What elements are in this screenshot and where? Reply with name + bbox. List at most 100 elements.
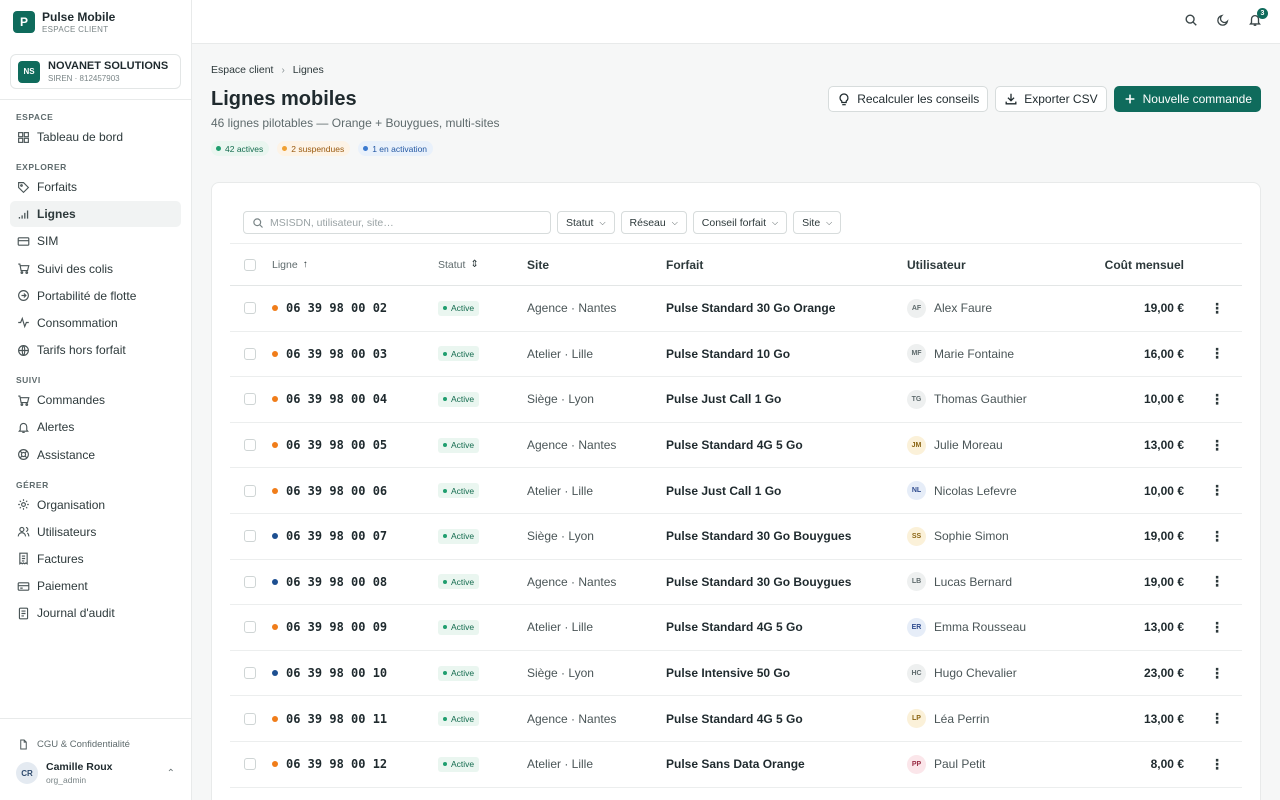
row-checkbox[interactable] (244, 575, 256, 588)
new-order-button[interactable]: Nouvelle commande (1113, 86, 1261, 112)
sidebar-item-journal-d-audit[interactable]: Journal d'audit (10, 600, 181, 626)
table-row[interactable]: 06 39 98 00 03 Active Atelier · Lille Pu… (230, 332, 1242, 378)
globe-icon (16, 343, 30, 357)
more-vertical-icon[interactable]: ⋮ (1210, 710, 1224, 727)
sidebar-item-assistance[interactable]: Assistance (10, 442, 181, 468)
table-row[interactable]: 06 39 98 00 07 Active Siège · Lyon Pulse… (230, 514, 1242, 560)
recalc-label: Recalculer les conseils (857, 92, 980, 106)
lifebuoy-icon (16, 448, 30, 462)
search-icon[interactable] (1184, 13, 1198, 27)
brand-logo: P (13, 11, 35, 33)
more-vertical-icon[interactable]: ⋮ (1210, 391, 1224, 408)
table-row[interactable]: 06 39 98 00 12 Active Atelier · Lille Pu… (230, 742, 1242, 788)
sidebar-item-forfaits[interactable]: Forfaits (10, 174, 181, 200)
select-all-checkbox[interactable] (244, 258, 256, 271)
sidebar-item-consommation[interactable]: Consommation (10, 310, 181, 336)
more-vertical-icon[interactable]: ⋮ (1210, 573, 1224, 590)
sidebar-item-suivi-des-colis[interactable]: Suivi des colis (10, 256, 181, 282)
chip-activating: 1 en activation (358, 141, 434, 156)
more-vertical-icon[interactable]: ⋮ (1210, 619, 1224, 636)
row-checkbox[interactable] (244, 302, 256, 315)
recalc-button[interactable]: Recalculer les conseils (828, 86, 989, 112)
sidebar-item-factures[interactable]: Factures (10, 546, 181, 572)
status-badge: Active (438, 574, 480, 590)
sidebar-item-lignes[interactable]: Lignes (10, 201, 181, 228)
sidebar-item-label: Journal d'audit (37, 606, 115, 621)
search-input[interactable]: MSISDN, utilisateur, site… (243, 211, 551, 234)
more-vertical-icon[interactable]: ⋮ (1210, 437, 1224, 454)
sidebar-item-tarifs-hors-forfait[interactable]: Tarifs hors forfait (10, 337, 181, 363)
filter-site[interactable]: Site ⌵ (793, 211, 842, 234)
sidebar-item-label: Commandes (37, 393, 106, 408)
section-label: EXPLORER (16, 162, 67, 172)
network-dot (272, 396, 278, 403)
more-vertical-icon[interactable]: ⋮ (1210, 345, 1224, 362)
sidebar-item-paiement[interactable]: Paiement (10, 573, 181, 599)
chip-label: 42 actives (225, 143, 264, 154)
row-checkbox[interactable] (244, 393, 256, 406)
status-dot (443, 488, 447, 493)
sidebar-item-alertes[interactable]: Alertes (10, 414, 181, 440)
more-vertical-icon[interactable]: ⋮ (1210, 300, 1224, 317)
sidebar-item-utilisateurs[interactable]: Utilisateurs (10, 519, 181, 545)
row-checkbox[interactable] (244, 712, 256, 725)
row-checkbox[interactable] (244, 347, 256, 360)
msisdn: 06 39 98 00 11 (272, 712, 387, 726)
user-name: Sophie Simon (934, 529, 1009, 544)
row-checkbox[interactable] (244, 621, 256, 634)
table-row[interactable]: 06 39 98 00 04 Active Siège · Lyon Pulse… (230, 377, 1242, 423)
org-switcher[interactable]: NS NOVANET SOLUTIONS SIREN · 812457903 (10, 54, 181, 89)
col-statut[interactable]: Statut ⇕ (438, 244, 479, 285)
avatar: AF (907, 298, 926, 318)
export-label: Exporter CSV (1024, 92, 1098, 106)
col-ligne[interactable]: Ligne ↑ (272, 244, 308, 285)
more-vertical-icon[interactable]: ⋮ (1210, 528, 1224, 545)
filter-conseil[interactable]: Conseil forfait ⌵ (692, 211, 788, 234)
filter-statut[interactable]: Statut ⌵ (557, 211, 615, 234)
more-vertical-icon[interactable]: ⋮ (1210, 756, 1224, 773)
export-csv-button[interactable]: Exporter CSV (995, 86, 1107, 112)
sidebar-item-label: Utilisateurs (37, 524, 97, 539)
sidebar-item-organisation[interactable]: Organisation (10, 492, 181, 518)
filter-reseau[interactable]: Réseau ⌵ (620, 211, 687, 234)
status-label: Active (451, 440, 475, 451)
sidebar-item-sim[interactable]: SIM (10, 228, 181, 254)
sidebar-item-portabilite-de-flotte[interactable]: Portabilité de flotte (10, 283, 181, 309)
status-dot (443, 351, 447, 356)
row-checkbox[interactable] (244, 530, 256, 543)
user-menu[interactable]: CR Camille Roux org_admin ⌃ (0, 751, 191, 785)
brand[interactable]: P Pulse Mobile ESPACE CLIENT (0, 0, 191, 44)
sidebar-item-commandes[interactable]: Commandes (10, 387, 181, 413)
cout-cell: 23,00 € (1143, 666, 1184, 681)
bell-icon[interactable]: 3 (1248, 8, 1268, 27)
cout-cell: 10,00 € (1143, 392, 1184, 407)
moon-icon[interactable] (1216, 13, 1230, 27)
table-row[interactable]: 06 39 98 00 05 Active Agence · Nantes Pu… (230, 423, 1242, 469)
section-label: GÉRER (16, 479, 49, 490)
row-checkbox[interactable] (244, 667, 256, 680)
table-row[interactable]: 06 39 98 00 06 Active Atelier · Lille Pu… (230, 468, 1242, 514)
more-vertical-icon[interactable]: ⋮ (1210, 482, 1224, 499)
row-checkbox[interactable] (244, 758, 256, 771)
table-row[interactable]: 06 39 98 00 09 Active Atelier · Lille Pu… (230, 605, 1242, 651)
site-cell: Agence · Nantes (527, 438, 617, 453)
more-vertical-icon[interactable]: ⋮ (1210, 665, 1224, 682)
forfait-cell: Pulse Sans Data Orange (666, 757, 805, 772)
breadcrumb-root[interactable]: Espace client (211, 64, 273, 76)
legal-link[interactable]: CGU & Confidentialité (0, 719, 191, 751)
chevron-up-icon: ⌃ (166, 767, 175, 779)
table-row[interactable]: 06 39 98 00 08 Active Agence · Nantes Pu… (230, 560, 1242, 606)
cout-cell: 8,00 € (1150, 757, 1184, 772)
table-row[interactable]: 06 39 98 00 11 Active Agence · Nantes Pu… (230, 696, 1242, 742)
topbar: 3 (192, 0, 1280, 44)
page-subtitle: 46 lignes pilotables — Orange + Bouygues… (211, 116, 500, 130)
row-checkbox[interactable] (244, 439, 256, 452)
cout-cell: 13,00 € (1143, 620, 1184, 635)
table-row[interactable]: 06 39 98 00 10 Active Siège · Lyon Pulse… (230, 651, 1242, 697)
table-row[interactable]: 06 39 98 00 02 Active Agence · Nantes Pu… (230, 286, 1242, 332)
cout-cell: 13,00 € (1143, 711, 1184, 726)
msisdn-value: 06 39 98 00 12 (286, 757, 388, 772)
download-icon (1005, 93, 1017, 105)
sidebar-item-tableau-de-bord[interactable]: Tableau de bord (10, 124, 181, 150)
row-checkbox[interactable] (244, 484, 256, 497)
